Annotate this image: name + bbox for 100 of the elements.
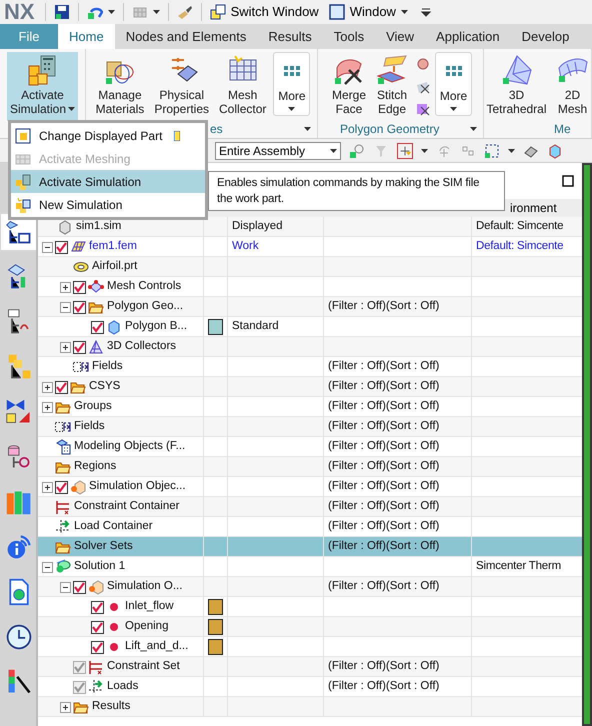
cube-ball-icon: [70, 479, 86, 495]
mesh-controls-icon: [88, 279, 104, 295]
menu-item[interactable]: New Simulation: [11, 193, 205, 216]
tree-row[interactable]: Simulation O... (Filter : Off)(Sort : Off): [38, 577, 582, 597]
tree-row[interactable]: Fields (Filter : Off)(Sort : Off): [38, 417, 582, 437]
ribbon-tab[interactable]: Develop: [510, 24, 580, 49]
tree-row[interactable]: Groups (Filter : Off)(Sort : Off): [38, 397, 582, 417]
expander[interactable]: [60, 702, 71, 712]
tree-row[interactable]: 3D Collectors: [38, 337, 582, 357]
plus-icon: [44, 384, 51, 390]
checkbox[interactable]: [55, 240, 68, 254]
expander[interactable]: [60, 582, 71, 592]
table-cell-text: (Filter : Off)(Sort : Off): [328, 379, 440, 394]
fields-icon: [73, 359, 89, 375]
tree-item-label: sim1.sim: [76, 219, 122, 234]
table-cell-text: (Filter : Off)(Sort : Off): [328, 399, 440, 414]
checkbox[interactable]: [73, 340, 86, 354]
tree-row[interactable]: Airfoil.prt: [38, 257, 582, 277]
ribbon-tab[interactable]: Home: [58, 24, 115, 49]
table-cell-text: (Filter : Off)(Sort : Off): [328, 359, 440, 374]
tree-row[interactable]: Solver Sets (Filter : Off)(Sort : Off): [38, 537, 582, 557]
expander[interactable]: [60, 342, 71, 352]
assembly-select-icon: [349, 142, 365, 158]
tree-row[interactable]: fem1.fem Work Default: Simcente: [38, 237, 582, 257]
tree-item-label: Solver Sets: [74, 539, 133, 554]
tree-row[interactable]: Lift_and_d...: [38, 637, 582, 657]
ribbon-button[interactable]: Activate Simulation: [6, 52, 78, 121]
blocks-calculator-icon: [26, 54, 58, 86]
switch-window-button[interactable]: Switch Window: [208, 2, 321, 22]
table-cell-text: (Filter : Off)(Sort : Off): [328, 539, 440, 554]
checkbox[interactable]: [73, 280, 86, 294]
ribbon-button[interactable]: Stitch Edge: [373, 52, 411, 121]
window-menu-button[interactable]: Window: [326, 2, 410, 22]
ribbon-tab[interactable]: View: [375, 24, 426, 49]
scope-dropdown[interactable]: Entire Assembly: [215, 142, 341, 160]
cube-view-icon: [547, 142, 563, 158]
ribbon-button[interactable]: 3D Tetrahedral: [483, 52, 550, 121]
checkbox[interactable]: [55, 380, 68, 394]
expander[interactable]: [60, 282, 71, 292]
menu-item[interactable]: Change Displayed Part: [11, 124, 205, 147]
box-select-icon: [484, 142, 500, 158]
ribbon-button[interactable]: Mesh Collector: [216, 52, 270, 121]
switch-window-icon: [210, 4, 226, 20]
group-label: Me: [554, 121, 571, 138]
ring-icon: [73, 259, 89, 275]
checkbox[interactable]: [73, 580, 86, 594]
expander[interactable]: [42, 242, 53, 252]
tree-row[interactable]: Polygon Geo... (Filter : Off)(Sort : Off): [38, 297, 582, 317]
tree-row[interactable]: Fields (Filter : Off)(Sort : Off): [38, 357, 582, 377]
checkbox[interactable]: [91, 320, 104, 334]
tree-row[interactable]: Load Container (Filter : Off)(Sort : Off): [38, 517, 582, 537]
expander[interactable]: [42, 402, 53, 412]
tree-row[interactable]: Simulation Objec... (Filter : Off)(Sort : Off): [38, 477, 582, 497]
tree-item-label: Airfoil.prt: [92, 259, 138, 274]
tree-item-label: Fields: [92, 359, 123, 374]
more-button[interactable]: More: [435, 52, 472, 116]
menu-item[interactable]: Activate Simulation: [11, 170, 205, 193]
ribbon-tab[interactable]: Results: [257, 24, 323, 49]
column-header[interactable]: ironment: [510, 199, 557, 217]
tree-row[interactable]: Mesh Controls: [38, 277, 582, 297]
tree-row[interactable]: Regions (Filter : Off)(Sort : Off): [38, 457, 582, 477]
ribbon-button[interactable]: Merge Face: [328, 52, 369, 121]
table-cell-text: Standard: [232, 319, 279, 334]
table-cell-text: (Filter : Off)(Sort : Off): [328, 459, 440, 474]
tree-item-label: 3D Collectors: [107, 339, 176, 354]
ribbon-button[interactable]: Physical Properties: [151, 52, 212, 121]
checkbox[interactable]: [91, 600, 104, 614]
checkbox[interactable]: [55, 480, 68, 494]
tree-row[interactable]: sim1.sim Displayed Default: Simcente: [38, 217, 582, 237]
tree-item-label: Simulation Objec...: [89, 479, 186, 494]
checkbox[interactable]: [91, 640, 104, 654]
expander[interactable]: [42, 562, 53, 572]
ribbon-tab[interactable]: Application: [425, 24, 511, 49]
plus-icon: [44, 484, 51, 490]
tree-row[interactable]: Modeling Objects (F... (Filter : Off)(Sort : Off): [38, 437, 582, 457]
tree-row[interactable]: Constraint Container (Filter : Off)(Sort : Off): [38, 497, 582, 517]
expander[interactable]: [42, 382, 53, 392]
cube-delete-icon: [415, 101, 431, 117]
ribbon-button[interactable]: 2D Mesh: [554, 52, 592, 121]
more-button[interactable]: More: [273, 52, 310, 116]
expander[interactable]: [60, 302, 71, 312]
tree-row[interactable]: Inlet_flow: [38, 597, 582, 617]
checkbox[interactable]: [73, 300, 86, 314]
tree-row[interactable]: Results: [38, 697, 582, 717]
plus-icon: [44, 404, 51, 410]
tree-item-label: Constraint Container: [74, 499, 180, 514]
expander[interactable]: [42, 482, 53, 492]
plus-icon: [62, 704, 69, 710]
tree-row[interactable]: Solution 1 Simcenter Therm: [38, 557, 582, 577]
tree-item-label: Loads: [107, 679, 138, 694]
ribbon-tab[interactable]: Tools: [322, 24, 376, 49]
blocks-icon: [15, 174, 31, 190]
tree-item-label: Polygon Geo...: [107, 299, 184, 314]
ribbon-tab[interactable]: Nodes and Elements: [114, 24, 258, 49]
checkbox[interactable]: [91, 620, 104, 634]
tree-row[interactable]: CSYS (Filter : Off)(Sort : Off): [38, 377, 582, 397]
tree-row[interactable]: Opening: [38, 617, 582, 637]
ribbon-button[interactable]: Manage Materials: [92, 52, 148, 121]
tree-row[interactable]: Polygon B... Standard: [38, 317, 582, 337]
brush-icon: [176, 4, 193, 20]
